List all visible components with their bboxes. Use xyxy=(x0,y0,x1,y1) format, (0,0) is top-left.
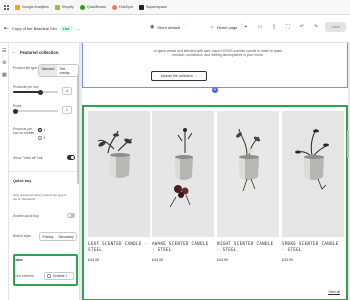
product-image[interactable] xyxy=(217,111,279,237)
products-per-row-slider[interactable] xyxy=(13,89,58,95)
globe-icon: ◉ xyxy=(150,24,155,30)
product-price: £44.99 xyxy=(282,258,293,262)
home-icon: ⌂ xyxy=(210,24,214,30)
live-badge: Live xyxy=(59,25,73,32)
tile-option-standard[interactable]: Standard xyxy=(39,65,57,76)
product-image[interactable] xyxy=(282,111,344,237)
candle-night-image xyxy=(217,111,279,237)
enable-quick-buy-label: Enable quick buy xyxy=(13,214,39,218)
undo-icon[interactable]: ↶ xyxy=(297,23,306,32)
bookmark-squarespace[interactable]: Squarespace xyxy=(138,4,167,10)
panel-scrollbar[interactable] xyxy=(77,74,79,184)
candle-awake-image xyxy=(152,111,214,237)
hubspot-icon xyxy=(111,4,117,10)
page-selector[interactable]: ⌂ Home page ˇ xyxy=(211,24,242,30)
preview-scrollbar[interactable] xyxy=(347,130,349,158)
desktop-icon[interactable]: ▭ xyxy=(255,23,264,32)
show-view-all-label: Show "View all" link xyxy=(13,156,43,160)
bookmarks-bar: Google Analytics Shopify QuickBooks HubS… xyxy=(0,0,350,15)
chevron-down-icon: ˇ xyxy=(183,24,185,30)
sections-icon[interactable]: ☰ xyxy=(2,49,7,54)
theme-preview: or glass vessel and blended with care, e… xyxy=(80,43,350,300)
product-image[interactable] xyxy=(152,111,214,237)
analytics-icon xyxy=(15,4,20,10)
theme-settings-icon[interactable]: ⚙ xyxy=(2,61,7,66)
featured-collection-section[interactable]: LEAF SCENTED CANDLE - STEEL £44.99 AWAKE… xyxy=(82,105,348,300)
button-style-segmented: Primary Secondary xyxy=(39,232,78,241)
product-image[interactable] xyxy=(88,111,150,237)
rows-label: Rows xyxy=(13,104,22,108)
apps-grid-icon[interactable] xyxy=(4,4,9,10)
product-price: £44.99 xyxy=(152,258,163,262)
product-card[interactable]: LEAF SCENTED CANDLE - STEEL £44.99 xyxy=(88,111,150,262)
editor-rail: ☰ ⚙ ▦ xyxy=(0,43,9,300)
preview-canvas: or glass vessel and blended with care, e… xyxy=(82,43,348,300)
enable-quick-buy-toggle[interactable] xyxy=(67,213,75,218)
products-per-row-label: Products per row xyxy=(13,85,39,89)
slider-knob[interactable] xyxy=(37,89,43,95)
product-card[interactable]: AWAKE SCENTED CANDLE - STEEL £44.99 xyxy=(152,111,214,262)
inspector-icon[interactable]: ⌖ xyxy=(241,23,250,32)
product-tile-type-label: Product tile type xyxy=(13,66,38,70)
radio-selected-icon xyxy=(38,128,42,132)
redo-icon[interactable]: ↷ xyxy=(311,23,320,32)
button-style-primary[interactable]: Primary xyxy=(40,233,56,240)
apps-icon[interactable]: ▦ xyxy=(2,73,7,78)
panel-header: ← Featured collection xyxy=(12,49,58,55)
store-selector[interactable]: ◉ Store default ˇ xyxy=(150,24,185,30)
products-per-row-input[interactable]: 4 xyxy=(62,87,72,95)
product-title[interactable]: AWAKE SCENTED CANDLE - STEEL xyxy=(152,241,214,253)
mobile-option-1[interactable]: 1 xyxy=(38,128,45,132)
toolbar-right: ⌖ ▭ ▯ ⛶ ↶ ↷ Save xyxy=(241,22,346,32)
theme-name: Copy of the Baseline 24h xyxy=(12,26,57,31)
product-price: £44.99 xyxy=(88,258,99,262)
candle-smoke-image xyxy=(282,111,344,237)
theme-info: ⇤ Copy of the Baseline 24h Live ... xyxy=(0,25,90,32)
exit-icon[interactable]: ⇤ xyxy=(4,25,9,32)
explore-collection-button[interactable]: explore the collection → xyxy=(151,71,207,81)
show-view-all-toggle[interactable] xyxy=(67,155,75,160)
slider-knob[interactable] xyxy=(13,108,18,114)
radio-icon xyxy=(38,136,42,140)
product-title[interactable]: LEAF SCENTED CANDLE - STEEL xyxy=(88,241,150,253)
add-section-icon[interactable]: + xyxy=(212,87,218,93)
rows-input[interactable]: 1 xyxy=(62,106,72,114)
bookmark-google-analytics[interactable]: Google Analytics xyxy=(15,4,49,10)
rows-slider[interactable] xyxy=(13,108,58,114)
mobile-option-2[interactable]: 2 xyxy=(38,136,45,140)
editor-toolbar: ⇤ Copy of the Baseline 24h Live ... ◉ St… xyxy=(0,15,350,43)
product-title[interactable]: SMOKE SCENTED CANDLE - STEEL xyxy=(282,241,344,253)
tile-option-text-overlay[interactable]: Text overlay xyxy=(56,65,78,76)
candle-leaf-image xyxy=(88,111,150,237)
product-card[interactable]: SMOKE SCENTED CANDLE - STEEL £44.99 xyxy=(282,111,344,262)
slider-fill xyxy=(13,91,40,93)
quick-buy-help: Only supported when product tile type is… xyxy=(13,193,67,201)
theme-actions-button[interactable]: ... xyxy=(75,26,81,32)
rich-text-section[interactable]: or glass vessel and blended with care, e… xyxy=(82,43,348,88)
panel-title: Featured collection xyxy=(20,49,59,55)
toolbar-selectors: ◉ Store default ˇ ⌂ Home page ˇ xyxy=(150,24,242,30)
color-section-highlight xyxy=(13,254,78,286)
product-price: £44.99 xyxy=(217,258,228,262)
bookmark-quickbooks[interactable]: QuickBooks xyxy=(79,4,106,10)
bookmark-hubspot[interactable]: HubSpot xyxy=(111,4,133,10)
product-card[interactable]: NIGHT SCENTED CANDLE - STEEL £44.99 xyxy=(217,111,279,262)
product-title[interactable]: NIGHT SCENTED CANDLE - STEEL xyxy=(217,241,279,253)
view-all-link[interactable]: View all xyxy=(328,290,340,295)
fullscreen-icon[interactable]: ⛶ xyxy=(283,23,292,32)
shopify-icon xyxy=(54,4,60,10)
intro-text: or glass vessel and blended with care, e… xyxy=(153,49,283,58)
quick-buy-heading: Quick buy xyxy=(13,179,32,183)
bookmark-shopify[interactable]: Shopify xyxy=(54,4,74,10)
save-button[interactable]: Save xyxy=(325,22,346,32)
back-arrow-icon[interactable]: ← xyxy=(12,49,17,55)
divider xyxy=(9,171,79,172)
squarespace-icon xyxy=(138,4,144,10)
products-per-row-mobile-label: Products per row on mobile xyxy=(13,127,35,135)
mobile-icon[interactable]: ▯ xyxy=(269,23,278,32)
tile-type-segmented: Standard Text overlay xyxy=(38,64,79,77)
button-style-secondary[interactable]: Secondary xyxy=(55,233,77,240)
button-style-label: Button style xyxy=(13,234,31,238)
quickbooks-icon xyxy=(79,4,85,10)
